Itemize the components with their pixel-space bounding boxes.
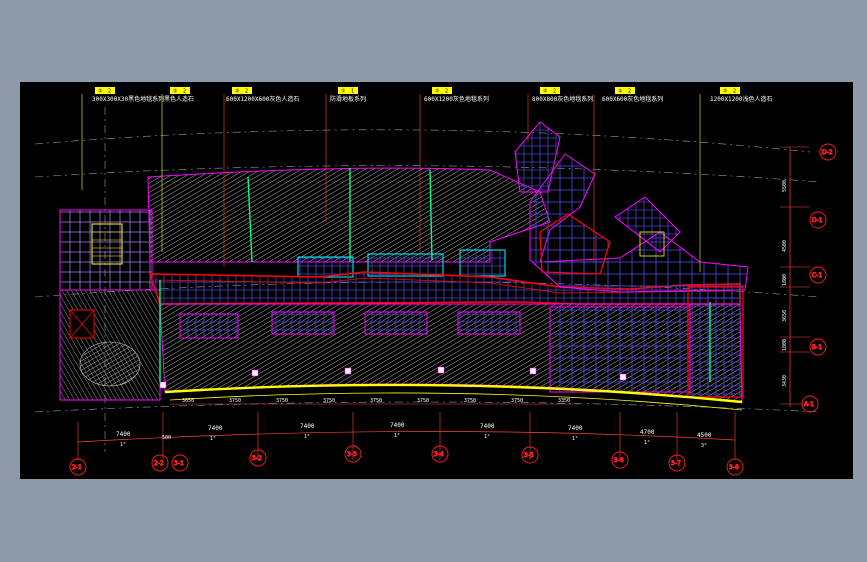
callout-6-text: 800X800灰色地毯系列 — [532, 95, 593, 103]
bottom-dim-7: 4700 — [640, 429, 655, 436]
axis-bottom-6: 3-4 — [434, 451, 444, 458]
right-dimension-line: 5500 4500 1800 3650 1800 3430 — [780, 146, 810, 407]
axis-right-3: C-1 — [812, 272, 822, 279]
callout-7-tag-a: ② — [618, 89, 623, 95]
callout-1-text: 300X300X30黑色地毯系列 — [92, 95, 164, 103]
bottom-dim-5: 7400 — [480, 423, 495, 430]
axis-bottom-7: 3-5 — [524, 452, 534, 459]
bottom-dim-8-sub: 3° — [701, 443, 707, 449]
axis-bubbles-right: D-2 D-1 C-1 B-1 A-1 — [801, 143, 837, 413]
axis-bottom-3: 3-1 — [174, 460, 184, 467]
callout-8-text: 1200X1200浅色人造石 — [710, 95, 773, 103]
axis-right-1: D-2 — [822, 149, 833, 156]
bottom-dim-6-sub: 1° — [572, 436, 578, 442]
callout-3-tag-b: 2 — [245, 89, 248, 95]
bottom-dim-1: 7400 — [116, 431, 131, 438]
planter-area — [79, 341, 141, 387]
floor-plan-drawing: ② 2 300X300X30黑色地毯系列 ② 2 黑色人造石 ② 2 600X1… — [34, 87, 837, 476]
upper-hatched-floor — [147, 167, 551, 263]
right-dim-6: 3430 — [782, 375, 788, 387]
inner-dim-5: 3750 — [370, 398, 382, 404]
bottom-dim-1-sub: 1° — [120, 442, 126, 448]
axis-bottom-1: 2-1 — [72, 464, 82, 471]
axis-bottom-2: 2-2 — [154, 460, 164, 467]
callout-4-text: 防滑地板系列 — [330, 95, 366, 103]
bottom-dim-4: 7400 — [390, 422, 405, 429]
callout-8-tag-b: 2 — [733, 89, 736, 95]
inner-dim-2: 3750 — [229, 398, 241, 404]
callout-1: ② 2 300X300X30黑色地毯系列 — [81, 87, 164, 190]
axis-bubbles-bottom: 2-1 2-2 3-1 3-2 3-3 3-4 3-5 3-6 3-7 3-8 — [69, 445, 744, 476]
bottom-dim-7-sub: 1° — [644, 440, 650, 446]
bottom-dim-6: 7400 — [568, 425, 583, 432]
floor-plan — [59, 121, 749, 411]
axis-bottom-10: 3-8 — [729, 464, 739, 471]
right-dim-4: 3650 — [782, 310, 788, 322]
inner-dim-9: 3350 — [558, 398, 570, 404]
bottom-dim-2-sub: 1° — [210, 436, 216, 442]
right-dim-1: 5500 — [782, 180, 788, 192]
bottom-dim-3: 7400 — [300, 423, 315, 430]
callout-2-tag-b: 2 — [183, 89, 186, 95]
inner-dim-1: 3050 — [182, 398, 194, 404]
axis-bottom-5: 3-3 — [347, 451, 357, 458]
cad-drawing-viewport[interactable]: ② 2 300X300X30黑色地毯系列 ② 2 黑色人造石 ② 2 600X1… — [20, 82, 853, 479]
callout-7-text: 600X600灰色地毯系列 — [602, 95, 663, 103]
inner-dim-6: 3750 — [417, 398, 429, 404]
stair-zone — [59, 209, 153, 291]
bottom-dim-8: 4500 — [697, 432, 712, 439]
right-end-room — [687, 286, 744, 398]
inner-dim-3: 3750 — [276, 398, 288, 404]
bottom-dim-5-sub: 1° — [484, 434, 490, 440]
callout-5-tag-a: ② — [435, 89, 440, 95]
bottom-dim-3-sub: 1° — [304, 434, 310, 440]
callout-7-tag-b: 2 — [628, 89, 631, 95]
callout-3-tag-a: ② — [235, 89, 240, 95]
callout-8: ② 2 1200X1200浅色人造石 — [699, 87, 773, 272]
bottom-dim-4-sub: 1° — [394, 433, 400, 439]
callout-1-tag-a: ② — [98, 89, 103, 95]
inner-dimension-line: 3050 3750 3750 3750 3750 3750 3750 3750 … — [170, 398, 580, 405]
right-dim-2: 4500 — [782, 240, 788, 252]
callout-6-tag-b: 2 — [553, 89, 556, 95]
inner-dim-8: 3750 — [511, 398, 523, 404]
callout-2-tag-a: ② — [173, 89, 178, 95]
callout-1-tag-b: 2 — [108, 89, 111, 95]
axis-right-4: B-1 — [812, 344, 822, 351]
axis-bottom-8: 3-6 — [614, 457, 624, 464]
axis-right-5: A-1 — [804, 401, 814, 408]
bottom-dim-2: 7400 — [208, 425, 223, 432]
callout-3-text: 600X1200X600灰色人造石 — [226, 95, 299, 103]
callout-4-tag-a: ① — [341, 89, 346, 95]
callout-5-tag-b: 2 — [445, 89, 448, 95]
axis-bottom-4: 3-2 — [252, 455, 262, 462]
callout-2-text: 黑色人造石 — [164, 95, 194, 103]
right-dim-3: 1800 — [782, 274, 788, 286]
callout-8-tag-a: ② — [723, 89, 728, 95]
callout-6-tag-a: ② — [543, 89, 548, 95]
inner-dim-7: 3750 — [464, 398, 476, 404]
bottom-dimension-line: 7400 1° 7400 1° 7400 1° 7400 1° 7400 1° … — [77, 412, 736, 460]
axis-right-2: D-1 — [812, 217, 823, 224]
inner-dim-4: 3750 — [323, 398, 335, 404]
callout-4-tag-b: 1 — [351, 89, 354, 95]
bottom-dim-small: 500 — [162, 435, 171, 441]
callout-5-text: 600X1200灰色地毯系列 — [424, 95, 489, 103]
right-dim-5: 1800 — [782, 339, 788, 351]
axis-bottom-9: 3-7 — [671, 460, 681, 467]
